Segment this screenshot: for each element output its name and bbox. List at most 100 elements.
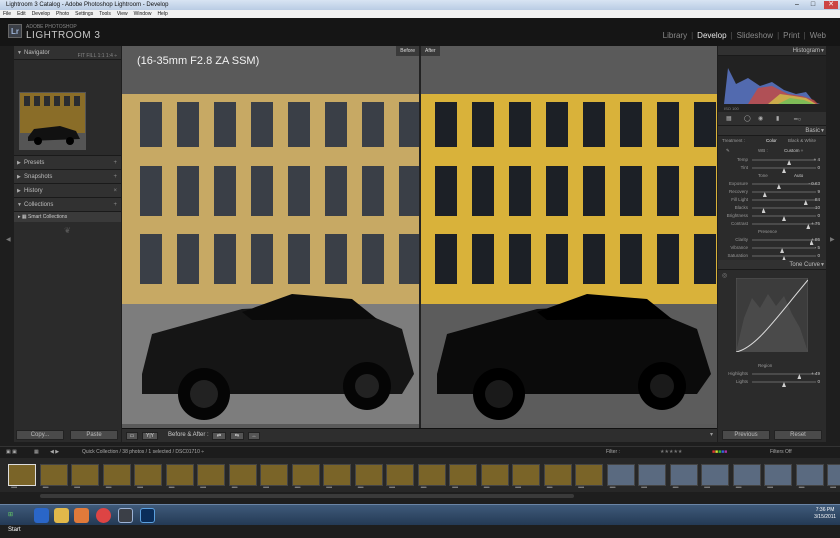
filmstrip-thumbnail[interactable]: • • • • • [8,464,36,491]
snapshots-header[interactable]: ▶ Snapshots + [14,170,121,184]
target-adjustment-icon[interactable]: ◎ [722,272,727,279]
exposure-slider[interactable] [752,183,816,189]
recovery-slider[interactable] [752,191,816,197]
filmstrip-thumbnail[interactable]: • • • • • [165,464,194,491]
menu-help[interactable]: Help [154,10,170,18]
clarity-value[interactable]: + 86 [811,236,820,244]
minimize-icon[interactable]: – [790,1,804,9]
menu-tools[interactable]: Tools [96,10,114,18]
filmstrip-scrollbar[interactable] [40,494,574,498]
recovery-value[interactable]: 9 [817,188,820,196]
star-filter[interactable]: ★★★★★ [660,447,682,458]
menu-develop[interactable]: Develop [29,10,53,18]
lights-slider[interactable] [752,381,816,387]
treatment-color[interactable]: Color [766,136,777,146]
toolbar-menu-icon[interactable]: ▾ [710,431,713,438]
menu-edit[interactable]: Edit [14,10,29,18]
source-info[interactable]: Quick Collection / 38 photos / 1 selecte… [82,447,204,458]
back-icon[interactable]: ◀ ▶ [50,447,59,458]
vibrance-value[interactable]: - 5 [815,244,820,252]
filmstrip-thumbnail[interactable]: • • • • • [512,464,540,491]
copy-after-to-before-icon[interactable]: ⇆ [230,432,244,440]
temp-slider[interactable] [752,159,816,165]
module-web[interactable]: Web [810,31,826,40]
media-player-icon[interactable] [74,508,89,523]
second-window-icon[interactable]: ▣ ▣ [6,447,17,458]
add-icon[interactable]: + [113,198,117,212]
tone-curve-graph[interactable] [736,278,808,352]
wb-select[interactable]: Custom ÷ [784,146,803,156]
loupe-view-button[interactable]: ▭ [126,432,138,440]
module-develop[interactable]: Develop [697,31,726,40]
menu-settings[interactable]: Settings [72,10,96,18]
filmstrip-thumbnail[interactable]: • • • • • [228,464,257,491]
fill-slider[interactable] [752,199,816,205]
red-eye-icon[interactable]: ◉ [758,115,763,122]
filmstrip-thumbnail[interactable]: • • • • • [575,464,603,491]
highlights-slider[interactable] [752,373,816,379]
slider-knob[interactable] [782,382,786,387]
module-library[interactable]: Library [663,31,687,40]
before-after-button[interactable]: Y|Y [142,432,158,440]
adjustment-brush-icon[interactable]: ━○ [794,116,801,123]
add-icon[interactable]: + [113,156,117,170]
filmstrip-thumbnail[interactable]: • • • • • [827,464,840,491]
filmstrip-thumbnail[interactable]: • • • • • [543,464,572,491]
filmstrip-thumbnail[interactable]: • • • • • [732,464,761,491]
filmstrip-thumbnail[interactable]: • • • • • [39,464,68,491]
filmstrip-thumbnail[interactable]: • • • • • [449,464,477,491]
photoshop-icon[interactable] [140,508,155,523]
filmstrip-thumbnail[interactable]: • • • • • [669,464,698,491]
before-photo[interactable] [122,94,420,424]
swap-icon[interactable]: ↔ [248,432,260,440]
tint-slider[interactable] [752,167,816,173]
menu-file[interactable]: File [0,10,14,18]
add-icon[interactable]: + [113,170,117,184]
menu-view[interactable]: View [114,10,131,18]
tone-curve-header[interactable]: Tone Curve ▼ [718,260,826,270]
filmstrip-thumbnail[interactable]: • • • • • [291,464,320,491]
contrast-value[interactable]: + 76 [811,220,820,228]
filmstrip-thumbnail[interactable]: • • • • • [102,464,131,491]
filmstrip-thumbnail[interactable]: • • • • • [134,464,162,491]
smart-collections-item[interactable]: ▸ ▦ Smart Collections [14,212,121,222]
module-slideshow[interactable]: Slideshow [737,31,773,40]
filmstrip-thumbnail[interactable]: • • • • • [197,464,225,491]
filmstrip-thumbnail[interactable]: • • • • • [386,464,414,491]
highlights-value[interactable]: + 49 [811,370,820,378]
saturation-value[interactable]: 0 [817,252,820,260]
contrast-slider[interactable] [752,223,816,229]
filmstrip-thumbnail[interactable]: • • • • • [764,464,792,491]
grid-icon[interactable]: ▦ [34,447,39,458]
auto-tone-button[interactable]: Auto [794,172,803,180]
treatment-bw[interactable]: Black & White [788,136,816,146]
ie-icon[interactable] [34,508,49,523]
histogram[interactable]: ISO 100 [718,56,826,112]
lightroom-taskbar-icon[interactable] [118,508,133,523]
tint-value[interactable]: 0 [817,164,820,172]
graduated-filter-icon[interactable]: ▮ [776,115,779,122]
paste-button[interactable]: Paste [70,430,118,440]
filmstrip-thumbnail[interactable]: • • • • • [417,464,446,491]
filmstrip-thumbnail[interactable]: • • • • • [606,464,635,491]
collections-header[interactable]: ▼ Collections + [14,198,121,212]
exposure-value[interactable]: - 0.63 [808,180,820,188]
clear-icon[interactable]: × [113,184,117,198]
filmstrip-thumbnail[interactable]: • • • • • [638,464,666,491]
module-print[interactable]: Print [783,31,799,40]
navigator-header[interactable]: ▼ Navigator FIT FILL 1:1 1:4 ÷ [14,46,121,60]
brightness-slider[interactable] [752,215,816,221]
clarity-slider[interactable] [752,239,816,245]
previous-button[interactable]: Previous [722,430,770,440]
filters-off-select[interactable]: Filters Off [770,447,792,458]
start-button[interactable]: ⊞ Start [2,508,26,533]
histogram-header[interactable]: Histogram ▼ [718,46,826,56]
basic-header[interactable]: Basic ▼ [718,126,826,136]
presets-header[interactable]: ▶ Presets + [14,156,121,170]
saturation-slider[interactable] [752,255,816,261]
filmstrip-thumbnail[interactable]: • • • • • [354,464,383,491]
blacks-slider[interactable] [752,207,816,213]
clock[interactable]: 7:36 PM 3/15/2011 [814,507,836,521]
menu-window[interactable]: Window [131,10,155,18]
chrome-icon[interactable] [96,508,111,523]
